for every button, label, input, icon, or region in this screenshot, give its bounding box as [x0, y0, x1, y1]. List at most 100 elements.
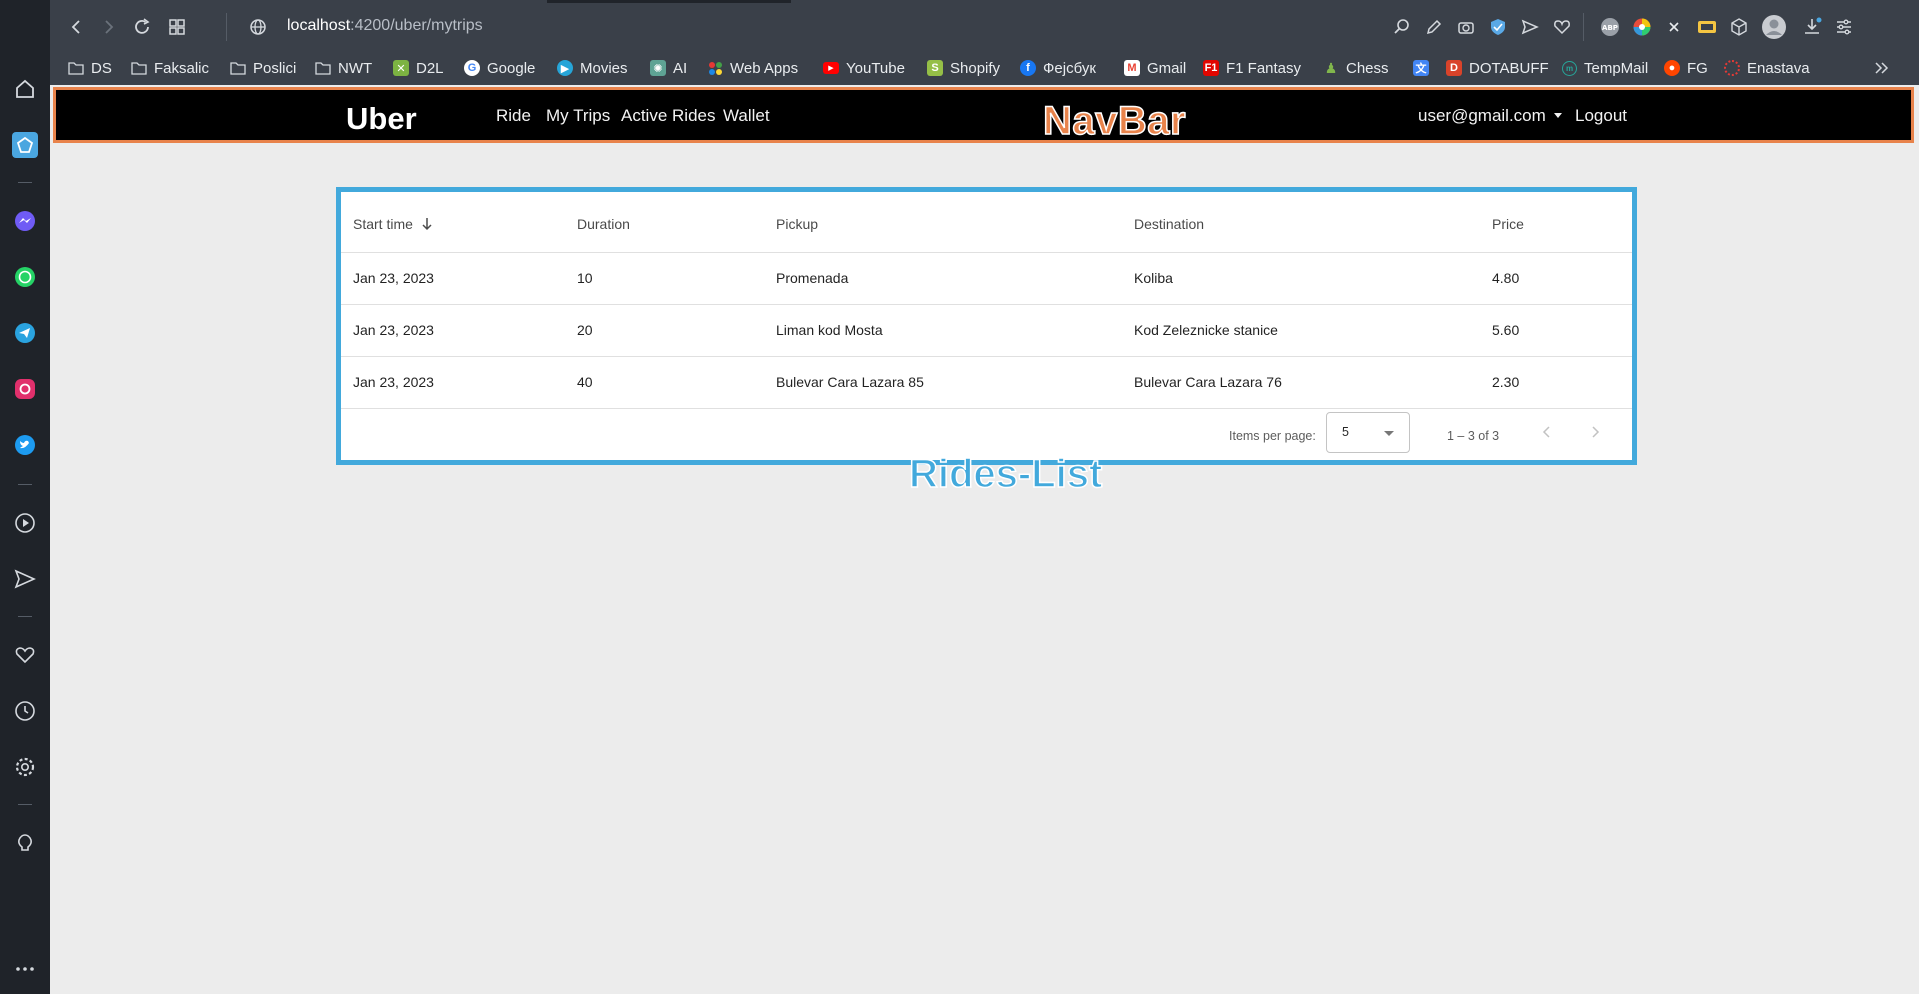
- cell-start-time: Jan 23, 2023: [353, 374, 434, 390]
- bookmark-movies[interactable]: ▶ Movies: [557, 58, 628, 78]
- bookmark-d2l[interactable]: ✕ D2L: [393, 58, 444, 78]
- reload-icon[interactable]: [130, 15, 154, 39]
- logout-link[interactable]: Logout: [1575, 106, 1627, 126]
- bookmark-label: F1 Fantasy: [1226, 59, 1302, 77]
- send-icon[interactable]: [12, 566, 38, 592]
- tabs-grid-icon[interactable]: [165, 15, 189, 39]
- cell-duration: 40: [577, 374, 593, 390]
- navbar-annotation: NavBar: [1042, 98, 1187, 144]
- table-row[interactable]: Jan 23, 2023 20 Liman kod Mosta Kod Zele…: [341, 304, 1632, 356]
- easy-setup-icon[interactable]: [1832, 15, 1856, 39]
- arrow-down-icon: [421, 217, 433, 234]
- player-icon[interactable]: [12, 510, 38, 536]
- bookmark-f1-fantasy[interactable]: F1 F1 Fantasy: [1203, 58, 1301, 78]
- forward-icon[interactable]: [97, 15, 121, 39]
- column-header-start-time[interactable]: Start time: [353, 216, 433, 234]
- back-icon[interactable]: [64, 15, 88, 39]
- address-bar[interactable]: localhost:4200/uber/mytrips: [287, 17, 483, 35]
- shield-icon[interactable]: [1486, 15, 1510, 39]
- facebook-icon: f: [1020, 60, 1036, 76]
- color-picker-icon[interactable]: [1630, 15, 1654, 39]
- whatsapp-icon[interactable]: [12, 264, 38, 290]
- bookmark-enastava[interactable]: Enastava: [1724, 58, 1810, 78]
- cell-duration: 20: [577, 322, 593, 338]
- previous-page-button[interactable]: [1537, 422, 1557, 442]
- ai-icon: ✺: [650, 60, 666, 76]
- settings-icon[interactable]: [12, 754, 38, 780]
- page-size-select[interactable]: 5: [1326, 412, 1410, 453]
- browser-sidebar: [0, 0, 50, 994]
- table-row[interactable]: Jan 23, 2023 10 Promenada Koliba 4.80: [341, 252, 1632, 304]
- google-icon: G: [464, 60, 480, 76]
- user-menu-dropdown[interactable]: user@gmail.com: [1418, 106, 1562, 126]
- bookmark-google[interactable]: G Google: [464, 58, 535, 78]
- bookmark-facebook[interactable]: f Фејсбук: [1020, 58, 1096, 78]
- download-icon[interactable]: [1800, 15, 1824, 39]
- cell-duration: 10: [577, 270, 593, 286]
- x-extension-icon[interactable]: [1662, 15, 1686, 39]
- browser-toolbar: localhost:4200/uber/mytrips ABP: [50, 3, 1919, 51]
- bookmark-dotabuff[interactable]: D DOTABUFF: [1446, 58, 1549, 78]
- bookmark-label: Movies: [580, 59, 628, 77]
- bookmark-translate[interactable]: 文: [1413, 58, 1436, 78]
- more-icon[interactable]: [12, 956, 38, 982]
- bookmark-nwt[interactable]: NWT: [315, 58, 372, 78]
- nav-link-my-trips[interactable]: My Trips: [546, 106, 610, 126]
- lightbulb-icon[interactable]: [12, 830, 38, 856]
- cube-icon[interactable]: [1727, 15, 1751, 39]
- ticket-extension-icon[interactable]: [1695, 15, 1719, 39]
- page-size-value: 5: [1342, 425, 1349, 439]
- column-header-destination[interactable]: Destination: [1134, 216, 1204, 232]
- twitter-icon[interactable]: [12, 432, 38, 458]
- bookmark-label: DS: [91, 59, 112, 77]
- bookmark-label: TempMail: [1584, 59, 1649, 77]
- bookmark-faksalic[interactable]: Faksalic: [131, 58, 209, 78]
- nav-link-ride[interactable]: Ride: [496, 106, 531, 126]
- column-header-price[interactable]: Price: [1492, 216, 1524, 232]
- folder-icon: [315, 60, 331, 76]
- table-row[interactable]: Jan 23, 2023 40 Bulevar Cara Lazara 85 B…: [341, 356, 1632, 408]
- bookmark-shopify[interactable]: S Shopify: [927, 58, 1000, 78]
- messenger-icon[interactable]: [12, 208, 38, 234]
- items-per-page-label: Items per page:: [1229, 429, 1316, 443]
- bookmark-label: FG: [1687, 59, 1708, 77]
- history-icon[interactable]: [12, 698, 38, 724]
- bookmark-label: Google: [487, 59, 536, 77]
- bookmark-label: Chess: [1346, 59, 1389, 77]
- column-header-pickup[interactable]: Pickup: [776, 216, 818, 232]
- bookmark-web-apps[interactable]: Web Apps: [707, 58, 798, 78]
- chevron-left-icon: [1542, 426, 1550, 438]
- bookmark-label: Faksalic: [154, 59, 210, 77]
- bookmarks-overflow-icon[interactable]: [1874, 58, 1890, 78]
- bookmark-chess[interactable]: ♟ Chess: [1323, 58, 1389, 78]
- home-icon[interactable]: [12, 76, 38, 102]
- speed-dial-icon[interactable]: [12, 132, 38, 158]
- globe-icon[interactable]: [246, 15, 270, 39]
- next-page-button[interactable]: [1585, 422, 1605, 442]
- camera-icon[interactable]: [1454, 15, 1478, 39]
- web-apps-icon: [707, 60, 723, 76]
- bookmark-ai[interactable]: ✺ AI: [650, 58, 687, 78]
- bookmark-fg[interactable]: ● FG: [1664, 58, 1708, 78]
- telegram-icon[interactable]: [12, 320, 38, 346]
- profile-avatar-icon[interactable]: [1760, 13, 1788, 41]
- send-icon[interactable]: [1518, 15, 1542, 39]
- column-header-duration[interactable]: Duration: [577, 216, 630, 232]
- adblock-icon[interactable]: ABP: [1598, 15, 1622, 39]
- search-icon[interactable]: [1390, 15, 1414, 39]
- bookmark-ds[interactable]: DS: [68, 58, 112, 78]
- bookmark-poslici[interactable]: Poslici: [230, 58, 296, 78]
- instagram-icon[interactable]: [12, 376, 38, 402]
- heart-icon[interactable]: [12, 642, 38, 668]
- nav-link-active-rides[interactable]: Active Rides: [621, 106, 715, 126]
- nav-link-wallet[interactable]: Wallet: [723, 106, 770, 126]
- bookmark-gmail[interactable]: M Gmail: [1124, 58, 1186, 78]
- edit-icon[interactable]: [1422, 15, 1446, 39]
- heart-icon[interactable]: [1550, 15, 1574, 39]
- bookmark-tempmail[interactable]: m TempMail: [1562, 58, 1648, 78]
- brand-logo[interactable]: Uber: [346, 101, 417, 137]
- bookmark-label: Web Apps: [730, 59, 799, 77]
- bookmark-youtube[interactable]: ▶ YouTube: [823, 58, 905, 78]
- bookmark-label: Enastava: [1747, 59, 1810, 77]
- youtube-icon: ▶: [823, 62, 839, 74]
